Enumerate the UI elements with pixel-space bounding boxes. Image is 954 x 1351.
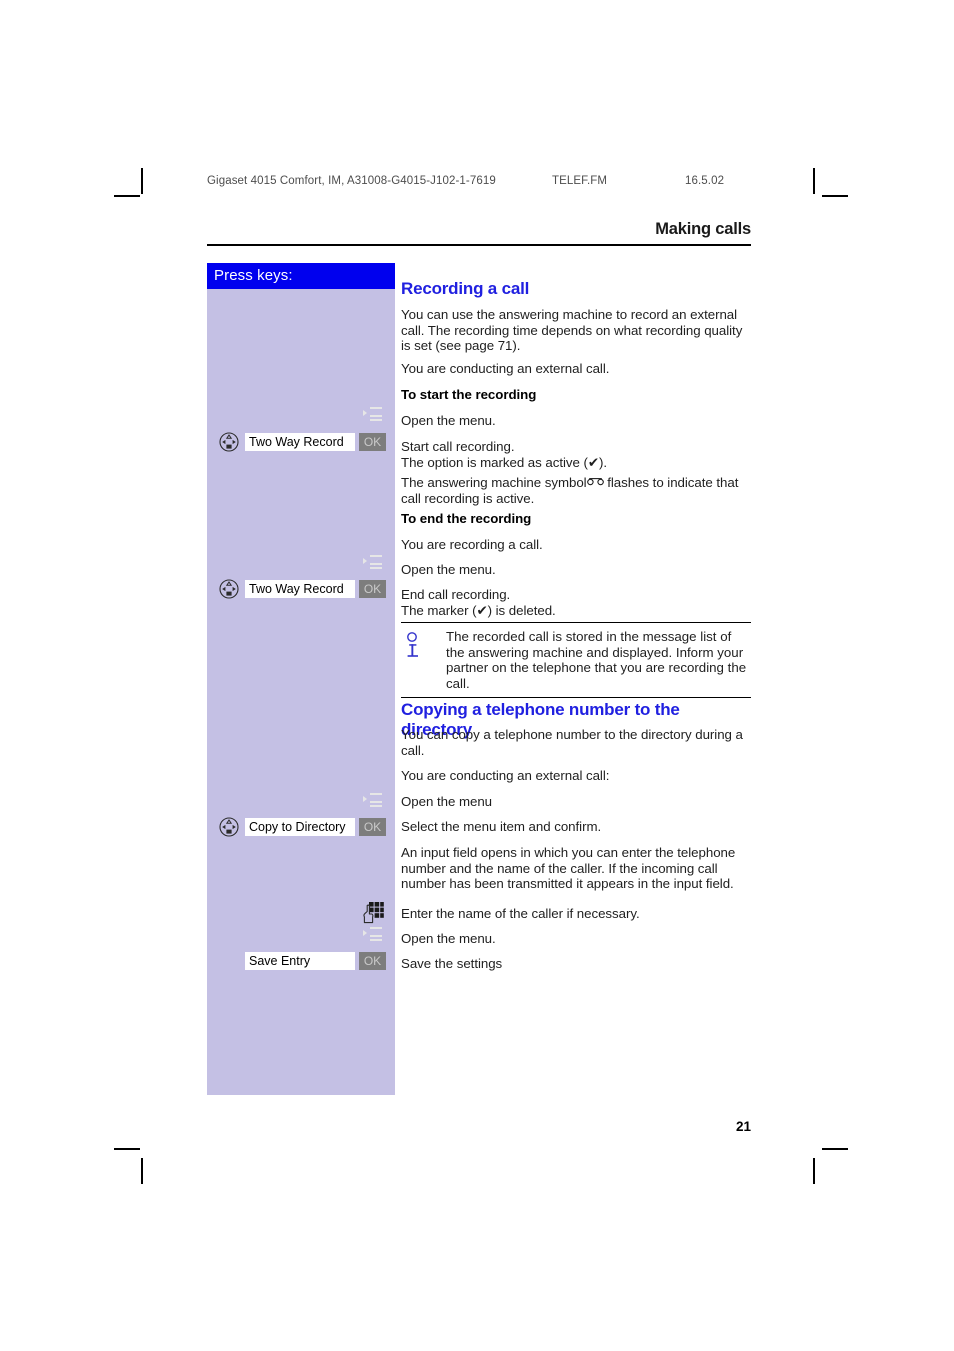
step-save-the-settings: Save the settings bbox=[401, 956, 503, 971]
step-option-marked-active: The option is marked as active (✔). bbox=[401, 454, 607, 470]
key-row-save-entry[interactable]: Save Entry OK bbox=[207, 951, 395, 971]
step-enter-caller-name: Enter the name of the caller if necessar… bbox=[401, 906, 640, 921]
key-row-copy-to-directory[interactable]: Copy to Directory OK bbox=[207, 817, 395, 837]
ok-button[interactable]: OK bbox=[359, 952, 386, 970]
info-note-text: The recorded call is stored in the messa… bbox=[446, 629, 747, 691]
ok-button[interactable]: OK bbox=[359, 433, 386, 451]
navigation-key-icon[interactable] bbox=[219, 432, 239, 452]
document-id-text: Gigaset 4015 Comfort, IM, A31008-G4015-J… bbox=[207, 175, 496, 187]
menu-softkey-row-2[interactable] bbox=[359, 555, 386, 572]
crop-mark-top-right-horizontal bbox=[822, 195, 848, 197]
info-note-box: The recorded call is stored in the messa… bbox=[401, 622, 751, 699]
softkey-label-box[interactable]: Copy to Directory bbox=[245, 818, 355, 836]
menu-softkey-row-1[interactable] bbox=[359, 407, 386, 424]
step-open-the-menu-2: Open the menu. bbox=[401, 562, 496, 577]
source-file-text: TELEF.FM bbox=[552, 175, 608, 187]
navigation-key-icon[interactable] bbox=[219, 579, 239, 599]
menu-softkey-row-3[interactable] bbox=[359, 793, 386, 810]
crop-mark-bottom-right-vertical bbox=[813, 1158, 815, 1184]
crop-mark-top-right-vertical bbox=[813, 168, 815, 194]
subheading-to-end-the-recording: To end the recording bbox=[401, 511, 532, 526]
crop-mark-top-left-horizontal bbox=[114, 195, 140, 197]
page-number: 21 bbox=[735, 1119, 751, 1134]
subheading-to-start-the-recording: To start the recording bbox=[401, 387, 537, 402]
paragraph-you-are-recording: You are recording a call. bbox=[401, 537, 543, 552]
navigation-key-icon[interactable] bbox=[219, 817, 239, 837]
paragraph-answering-machine-symbol: The answering machine symbol flashes to … bbox=[401, 475, 751, 506]
answering-machine-tape-icon bbox=[586, 477, 604, 486]
key-row-two-way-record-start[interactable]: Two Way Record OK bbox=[207, 432, 395, 452]
crop-mark-bottom-right-horizontal bbox=[822, 1148, 848, 1150]
step-open-the-menu-3: Open the menu bbox=[401, 794, 493, 809]
step-start-call-recording: Start call recording. bbox=[401, 439, 515, 454]
paragraph-input-field-info: An input field opens in which you can en… bbox=[401, 845, 736, 892]
paragraph-recording-intro: You can use the answering machine to rec… bbox=[401, 307, 743, 354]
crop-mark-top-left-vertical bbox=[141, 168, 143, 194]
step-select-menu-item-confirm: Select the menu item and confirm. bbox=[401, 819, 602, 834]
paragraph-conducting-external-call: You are conducting an external call. bbox=[401, 361, 610, 376]
press-keys-panel: Press keys: Two Way Record OK Two Way Re… bbox=[207, 263, 395, 1095]
ok-button[interactable]: OK bbox=[359, 818, 386, 836]
paragraph-conducting-external-call-2: You are conducting an external call: bbox=[401, 768, 610, 783]
step-open-the-menu-1: Open the menu. bbox=[401, 413, 496, 428]
header-rule bbox=[207, 244, 751, 246]
ok-button[interactable]: OK bbox=[359, 580, 386, 598]
info-icon bbox=[405, 632, 425, 659]
step-open-the-menu-4: Open the menu. bbox=[401, 931, 496, 946]
keypad-entry-icon[interactable] bbox=[360, 901, 385, 924]
keypad-entry-row[interactable] bbox=[360, 901, 385, 924]
paragraph-copy-number-intro: You can copy a telephone number to the d… bbox=[401, 727, 743, 758]
am-symbol-text-pre: The answering machine symbol bbox=[401, 475, 587, 490]
crop-mark-bottom-left-vertical bbox=[141, 1158, 143, 1184]
softkey-label-box[interactable]: Save Entry bbox=[245, 952, 355, 970]
softkey-label-box[interactable]: Two Way Record bbox=[245, 580, 355, 598]
step-marker-deleted: The marker (✔) is deleted. bbox=[401, 602, 556, 618]
menu-softkey-row-4[interactable] bbox=[359, 927, 386, 944]
key-row-two-way-record-end[interactable]: Two Way Record OK bbox=[207, 579, 395, 599]
softkey-label-box[interactable]: Two Way Record bbox=[245, 433, 355, 451]
section-heading-recording-a-call: Recording a call bbox=[401, 279, 530, 298]
step-end-call-recording: End call recording. bbox=[401, 587, 511, 602]
press-keys-title: Press keys: bbox=[207, 263, 395, 289]
crop-mark-bottom-left-horizontal bbox=[114, 1148, 140, 1150]
chapter-title: Making calls bbox=[655, 220, 751, 238]
revision-date-text: 16.5.02 bbox=[685, 175, 725, 187]
